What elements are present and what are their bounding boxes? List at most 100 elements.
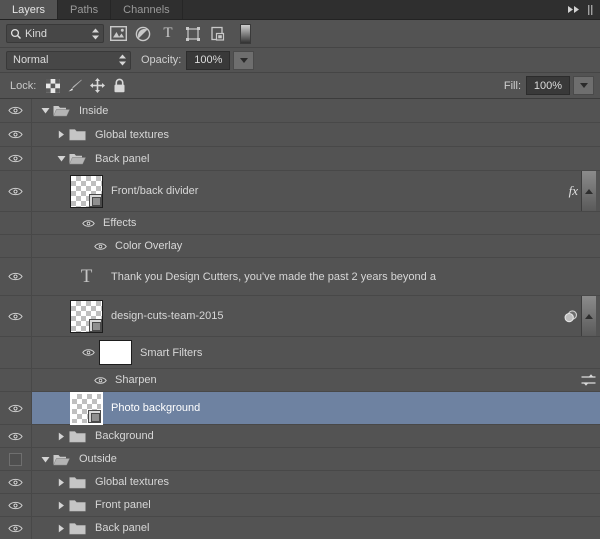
disclosure-triangle-right-icon[interactable] bbox=[57, 130, 66, 139]
filter-pixel-layers-icon[interactable] bbox=[107, 24, 129, 44]
layer-row[interactable]: Color Overlay bbox=[0, 235, 600, 258]
panel-menu-icon[interactable] bbox=[585, 4, 597, 16]
layer-row[interactable]: Effects bbox=[0, 212, 600, 235]
layer-row[interactable]: Smart Filters bbox=[0, 337, 600, 369]
chevron-down-icon bbox=[239, 57, 248, 63]
layer-expand-effects-toggle[interactable] bbox=[581, 171, 596, 211]
layer-visibility-toggle[interactable] bbox=[0, 425, 32, 447]
layer-disclosure[interactable] bbox=[38, 106, 52, 115]
disclosure-triangle-right-icon[interactable] bbox=[57, 478, 66, 487]
type-layer-icon: T bbox=[80, 266, 93, 287]
layer-visibility-toggle[interactable] bbox=[0, 212, 32, 234]
opacity-input[interactable]: 100% bbox=[186, 50, 231, 70]
visibility-eye-icon bbox=[8, 187, 23, 195]
effect-visibility-toggle[interactable] bbox=[82, 219, 95, 228]
disclosure-triangle-down-icon[interactable] bbox=[41, 106, 50, 115]
fill-value: 100% bbox=[533, 79, 563, 92]
search-icon bbox=[10, 28, 22, 39]
layer-row[interactable]: Back panel bbox=[0, 517, 600, 539]
layer-visibility-toggle[interactable] bbox=[0, 296, 32, 336]
layer-visibility-toggle[interactable] bbox=[0, 258, 32, 295]
smart-filters-visibility-toggle[interactable] bbox=[82, 348, 95, 357]
layer-visibility-toggle[interactable] bbox=[0, 517, 32, 539]
filter-smart-object-icon[interactable] bbox=[207, 24, 229, 44]
disclosure-triangle-right-icon[interactable] bbox=[57, 524, 66, 533]
layer-row-controls bbox=[562, 296, 600, 336]
visibility-eye-icon bbox=[8, 524, 23, 532]
disclosure-triangle-down-icon[interactable] bbox=[41, 455, 50, 464]
layer-disclosure[interactable] bbox=[38, 455, 52, 464]
layer-row[interactable]: Back panel bbox=[0, 147, 600, 171]
layer-visibility-toggle[interactable] bbox=[0, 147, 32, 170]
smart-filter-mask-thumbnail[interactable] bbox=[99, 340, 132, 365]
layer-visibility-toggle[interactable] bbox=[0, 471, 32, 493]
layer-row[interactable]: T Thank you Design Cutters, you've made t… bbox=[0, 258, 600, 296]
layer-name: Background bbox=[95, 430, 154, 442]
layer-visibility-toggle[interactable] bbox=[0, 171, 32, 211]
disclosure-triangle-right-icon[interactable] bbox=[57, 432, 66, 441]
effect-visibility-toggle[interactable] bbox=[94, 376, 107, 385]
layer-expand-effects-toggle[interactable] bbox=[581, 296, 596, 336]
tab-layers[interactable]: Layers bbox=[0, 0, 59, 19]
effect-visibility-toggle[interactable] bbox=[94, 242, 107, 251]
layer-row[interactable]: design-cuts-team-2015 bbox=[0, 296, 600, 337]
layer-row[interactable]: Global textures bbox=[0, 123, 600, 147]
smart-filters-indicator-icon[interactable] bbox=[562, 309, 578, 323]
layer-visibility-toggle[interactable] bbox=[0, 99, 32, 122]
layer-name: Smart Filters bbox=[140, 346, 203, 359]
layer-visibility-toggle[interactable] bbox=[0, 369, 32, 391]
opacity-dropdown-button[interactable] bbox=[233, 50, 255, 70]
layer-row[interactable]: Background bbox=[0, 425, 600, 448]
filter-settings-icon[interactable] bbox=[580, 374, 596, 386]
layer-row[interactable]: Sharpen bbox=[0, 369, 600, 392]
blend-mode-select[interactable]: Normal bbox=[6, 50, 131, 70]
layer-thumbnail[interactable] bbox=[70, 299, 103, 333]
layer-row[interactable]: Inside bbox=[0, 99, 600, 123]
layer-row[interactable]: Outside bbox=[0, 448, 600, 471]
layer-effects-fx-icon[interactable]: fx bbox=[569, 183, 578, 199]
layer-disclosure[interactable] bbox=[54, 130, 68, 139]
opacity-value: 100% bbox=[194, 54, 223, 66]
layer-visibility-toggle[interactable] bbox=[0, 123, 32, 146]
filter-kind-select[interactable]: Kind bbox=[6, 24, 104, 43]
layer-disclosure[interactable] bbox=[54, 154, 68, 163]
layer-row[interactable]: Front panel bbox=[0, 494, 600, 517]
layer-visibility-toggle[interactable] bbox=[0, 448, 32, 470]
fill-dropdown-button[interactable] bbox=[573, 76, 594, 95]
lock-image-pixels-icon[interactable] bbox=[64, 76, 86, 96]
layer-visibility-toggle[interactable] bbox=[0, 235, 32, 257]
layer-disclosure[interactable] bbox=[54, 501, 68, 510]
layer-name: Front/back divider bbox=[111, 185, 199, 197]
visibility-eye-icon bbox=[8, 272, 23, 281]
blend-mode-stepper-icon bbox=[119, 54, 126, 66]
layer-disclosure[interactable] bbox=[54, 478, 68, 487]
fill-input[interactable]: 100% bbox=[526, 76, 570, 95]
layer-row[interactable]: Front/back divider fx bbox=[0, 171, 600, 212]
layer-visibility-toggle[interactable] bbox=[0, 337, 32, 368]
disclosure-triangle-right-icon[interactable] bbox=[57, 501, 66, 510]
layer-name: Thank you Design Cutters, you've made th… bbox=[111, 270, 436, 283]
filter-type-layers-icon[interactable]: T bbox=[157, 24, 179, 44]
layer-name: Inside bbox=[79, 104, 109, 117]
filter-toggle-icon[interactable] bbox=[234, 23, 256, 44]
layer-list: Inside Global textures Back panel Front/bac… bbox=[0, 99, 600, 539]
layer-row[interactable]: Photo background bbox=[0, 391, 600, 425]
layer-visibility-toggle[interactable] bbox=[0, 392, 32, 424]
layer-name: Photo background bbox=[111, 402, 201, 414]
lock-position-icon[interactable] bbox=[86, 76, 108, 96]
layer-row[interactable]: Global textures bbox=[0, 471, 600, 494]
tab-channels[interactable]: Channels bbox=[111, 0, 183, 19]
tab-paths[interactable]: Paths bbox=[58, 0, 112, 19]
disclosure-triangle-down-icon[interactable] bbox=[57, 154, 66, 163]
lock-all-icon[interactable] bbox=[108, 76, 130, 96]
layer-disclosure[interactable] bbox=[54, 524, 68, 533]
smart-object-badge-icon bbox=[89, 318, 102, 332]
lock-transparent-pixels-icon[interactable] bbox=[42, 76, 64, 96]
layer-thumbnail[interactable] bbox=[70, 174, 103, 208]
layer-thumbnail[interactable] bbox=[70, 391, 103, 425]
double-chevron-right-icon[interactable] bbox=[563, 5, 585, 14]
layer-disclosure[interactable] bbox=[54, 432, 68, 441]
layer-visibility-toggle[interactable] bbox=[0, 494, 32, 516]
filter-shape-layers-icon[interactable] bbox=[182, 24, 204, 44]
filter-adjustment-layers-icon[interactable] bbox=[132, 24, 154, 44]
